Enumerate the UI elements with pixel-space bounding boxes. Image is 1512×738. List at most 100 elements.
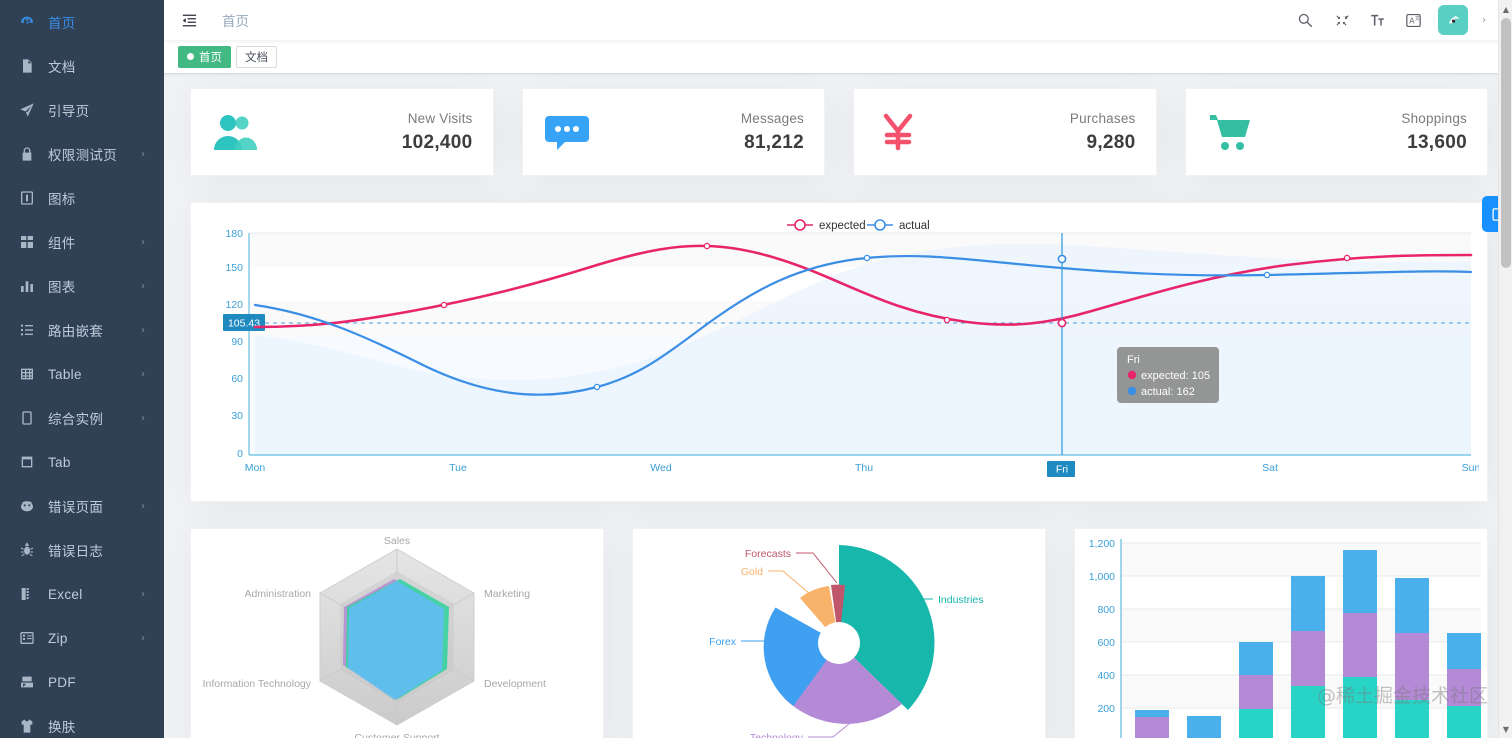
- svg-text:Mon: Mon: [245, 462, 266, 474]
- sidebar-item-label: 权限测试页: [48, 148, 117, 163]
- app-root: 首页 文档 引导页 权限测试页 › 图标 组件 › 图表 › 路由嵌套 › Table › 综合实例 › Tab…: [0, 0, 1512, 738]
- navbar: 首页 A文 ›: [164, 0, 1512, 40]
- sidebar-item-1[interactable]: 文档: [0, 44, 164, 88]
- sidebar-item-8[interactable]: Table ›: [0, 352, 164, 396]
- stat-card-title: Messages: [740, 110, 804, 126]
- sidebar: 首页 文档 引导页 权限测试页 › 图标 组件 › 图表 › 路由嵌套 › Table › 综合实例 › Tab…: [0, 0, 164, 738]
- svg-text:Development: Development: [484, 678, 546, 690]
- svg-text:180: 180: [225, 228, 243, 240]
- svg-text:文: 文: [1414, 14, 1419, 21]
- chevron-right-icon: ›: [141, 632, 145, 644]
- sidebar-item-3[interactable]: 权限测试页 ›: [0, 132, 164, 176]
- page-scrollbar[interactable]: ▲ ▼: [1498, 0, 1512, 738]
- svg-text:Fri: Fri: [1127, 354, 1140, 366]
- tag-item-0[interactable]: 首页: [178, 45, 231, 68]
- content-inner: New Visits 102,400 Messages 81,212 Purchases…: [164, 74, 1512, 738]
- table-icon: [18, 365, 36, 383]
- svg-text:Forecasts: Forecasts: [745, 548, 791, 560]
- chart-icon: [18, 277, 36, 295]
- sidebar-item-13[interactable]: Excel ›: [0, 572, 164, 616]
- sidebar-item-label: 组件: [48, 236, 76, 251]
- line-chart[interactable]: 180 150 120 90 60 30 0 105.43 Mon Tue We…: [207, 215, 1479, 495]
- icons-icon: [18, 189, 36, 207]
- bar-chart-panel[interactable]: 1,200 1,000 800 600 400 200: [1074, 528, 1488, 738]
- sidebar-item-label: Excel: [48, 586, 83, 602]
- svg-text:Sun: Sun: [1462, 462, 1479, 474]
- chart-tooltip: Fri expected: 105 actual: 162: [1117, 347, 1219, 403]
- tags-view: 首页 文档: [164, 40, 1512, 74]
- sidebar-item-5[interactable]: 组件 ›: [0, 220, 164, 264]
- svg-text:Wed: Wed: [650, 462, 672, 474]
- sidebar-item-15[interactable]: PDF: [0, 660, 164, 704]
- radar-chart[interactable]: Sales Marketing Development Customer Sup…: [191, 529, 603, 738]
- theme-icon: [18, 717, 36, 735]
- rose-pie-chart[interactable]: Industries Technology Forex Gold Forecas…: [633, 529, 1045, 738]
- svg-text:Fri: Fri: [1056, 464, 1068, 476]
- sidebar-item-14[interactable]: Zip ›: [0, 616, 164, 660]
- sidebar-item-11[interactable]: 错误页面 ›: [0, 484, 164, 528]
- sidebar-item-10[interactable]: Tab: [0, 440, 164, 484]
- svg-text:Marketing: Marketing: [484, 588, 530, 600]
- stat-card-3[interactable]: Shoppings 13,600: [1184, 88, 1488, 176]
- sidebar-item-label: Table: [48, 366, 82, 382]
- svg-text:800: 800: [1097, 604, 1115, 616]
- radar-chart-panel[interactable]: Sales Marketing Development Customer Sup…: [190, 528, 604, 738]
- sidebar-item-label: 图表: [48, 280, 76, 295]
- component-icon: [18, 233, 36, 251]
- svg-text:1,000: 1,000: [1089, 571, 1115, 583]
- sidebar-item-label: PDF: [48, 674, 76, 690]
- svg-text:60: 60: [231, 373, 243, 385]
- document-icon: [18, 57, 36, 75]
- sidebar-item-7[interactable]: 路由嵌套 ›: [0, 308, 164, 352]
- sidebar-item-4[interactable]: 图标: [0, 176, 164, 220]
- hamburger-icon[interactable]: [176, 7, 202, 33]
- sidebar-item-label: 文档: [48, 60, 76, 75]
- tag-item-1[interactable]: 文档: [236, 45, 277, 68]
- stat-card-row: New Visits 102,400 Messages 81,212 Purchases…: [190, 88, 1488, 176]
- stat-card-1[interactable]: Messages 81,212: [521, 88, 825, 176]
- stat-card-value: 9,280: [1086, 131, 1136, 153]
- svg-text:Gold: Gold: [741, 566, 763, 578]
- font-size-icon[interactable]: [1366, 9, 1388, 31]
- sidebar-item-6[interactable]: 图表 ›: [0, 264, 164, 308]
- svg-text:0: 0: [237, 448, 243, 460]
- chevron-right-icon: ›: [141, 412, 145, 424]
- lock-icon: [18, 145, 36, 163]
- stat-card-0[interactable]: New Visits 102,400: [190, 88, 494, 176]
- svg-text:400: 400: [1097, 670, 1115, 682]
- people-icon: [209, 106, 261, 158]
- line-chart-panel[interactable]: 180 150 120 90 60 30 0 105.43 Mon Tue We…: [190, 202, 1488, 502]
- breadcrumb[interactable]: 首页: [222, 10, 249, 30]
- svg-text:expected: expected: [819, 220, 866, 232]
- scrollbar-thumb[interactable]: [1501, 18, 1511, 268]
- navbar-actions: A文 ›: [1294, 5, 1512, 35]
- money-icon: [872, 106, 924, 158]
- scroll-down-arrow[interactable]: ▼: [1499, 721, 1512, 737]
- svg-text:Forex: Forex: [709, 636, 737, 648]
- svg-text:Sales: Sales: [384, 535, 410, 547]
- svg-text:30: 30: [231, 410, 243, 422]
- sidebar-item-9[interactable]: 综合实例 ›: [0, 396, 164, 440]
- stat-card-2[interactable]: Purchases 9,280: [853, 88, 1157, 176]
- sidebar-item-2[interactable]: 引导页: [0, 88, 164, 132]
- sidebar-item-12[interactable]: 错误日志: [0, 528, 164, 572]
- stacked-bar-chart[interactable]: 1,200 1,000 800 600 400 200: [1075, 529, 1487, 738]
- svg-text:Sat: Sat: [1262, 462, 1278, 474]
- fullscreen-icon[interactable]: [1330, 9, 1352, 31]
- chevron-right-icon: ›: [141, 280, 145, 292]
- sidebar-item-label: Zip: [48, 630, 68, 646]
- pdf-icon: [18, 673, 36, 691]
- sidebar-item-label: Tab: [48, 454, 71, 470]
- chevron-down-icon[interactable]: ›: [1482, 15, 1486, 26]
- pie-chart-panel[interactable]: Industries Technology Forex Gold Forecas…: [632, 528, 1046, 738]
- sidebar-item-0[interactable]: 首页: [0, 0, 164, 44]
- svg-text:actual: actual: [899, 220, 930, 232]
- svg-text:Customer Support: Customer Support: [354, 732, 439, 738]
- scroll-up-arrow[interactable]: ▲: [1499, 1, 1512, 17]
- avatar[interactable]: [1438, 5, 1468, 35]
- sidebar-item-16[interactable]: 换肤: [0, 704, 164, 738]
- chevron-right-icon: ›: [141, 148, 145, 160]
- search-icon[interactable]: [1294, 9, 1316, 31]
- translate-icon[interactable]: A文: [1402, 9, 1424, 31]
- excel-icon: [18, 585, 36, 603]
